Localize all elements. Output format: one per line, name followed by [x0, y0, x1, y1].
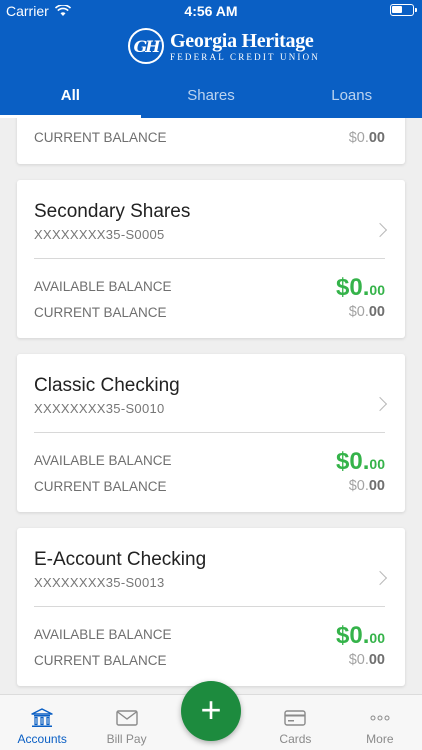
- available-cents: 00: [369, 282, 385, 298]
- tabbar-label: More: [366, 732, 394, 746]
- account-name: Classic Checking: [34, 375, 180, 396]
- current-cents: 00: [368, 130, 385, 146]
- current-cents: 00: [368, 304, 385, 320]
- available-balance-value: $0.00: [336, 274, 385, 302]
- add-button[interactable]: +: [181, 681, 241, 741]
- tabbar-bill-pay[interactable]: Bill Pay: [84, 695, 168, 750]
- tab-loans[interactable]: Loans: [281, 78, 422, 118]
- available-balance-label: AVAILABLE BALANCE: [34, 453, 172, 468]
- current-dollars: $0.: [348, 478, 369, 494]
- tabbar-label: Accounts: [17, 732, 67, 746]
- tab-all[interactable]: All: [0, 78, 141, 118]
- available-balance-value: $0.00: [336, 622, 385, 650]
- divider: [34, 432, 385, 433]
- available-dollars: $0.: [336, 622, 370, 649]
- logo-text: Georgia Heritage FEDERAL CREDIT UNION: [170, 31, 320, 62]
- app-header: Carrier 4:56 AM GH Georgia Heritage FEDE…: [0, 0, 422, 118]
- current-balance-label: CURRENT BALANCE: [34, 479, 167, 494]
- account-card[interactable]: CURRENT BALANCE $0.00: [17, 118, 405, 164]
- current-dollars: $0.: [348, 652, 369, 668]
- tab-shares[interactable]: Shares: [141, 78, 282, 118]
- tabbar-accounts[interactable]: Accounts: [0, 695, 84, 750]
- divider: [34, 606, 385, 607]
- logo-mark-icon: GH: [128, 28, 164, 64]
- tabbar-more[interactable]: More: [338, 695, 422, 750]
- tabbar-label: Bill Pay: [106, 732, 147, 746]
- available-cents: 00: [369, 456, 385, 472]
- account-number: XXXXXXXX35-S0005: [34, 227, 165, 242]
- brand-logo: GH Georgia Heritage FEDERAL CREDIT UNION: [128, 28, 320, 64]
- account-card-classic-checking[interactable]: Classic Checking XXXXXXXX35-S0010 AVAILA…: [17, 354, 405, 512]
- current-balance-label: CURRENT BALANCE: [34, 305, 167, 320]
- current-dollars: $0.: [348, 304, 369, 320]
- divider: [34, 258, 385, 259]
- current-balance-label: CURRENT BALANCE: [34, 653, 167, 668]
- bank-icon: [31, 707, 53, 729]
- current-balance-value: $0.00: [349, 478, 385, 494]
- chevron-right-icon[interactable]: [372, 396, 388, 412]
- account-name: E-Account Checking: [34, 549, 207, 570]
- accounts-list[interactable]: CURRENT BALANCE $0.00 Secondary Shares X…: [0, 118, 422, 694]
- status-time: 4:56 AM: [184, 3, 238, 19]
- brand-title: Georgia Heritage: [170, 29, 314, 52]
- current-balance-value: $0.00: [349, 652, 385, 668]
- account-filter-tabs: All Shares Loans: [0, 78, 422, 118]
- tabbar-cards[interactable]: Cards: [253, 695, 337, 750]
- available-dollars: $0.: [336, 274, 370, 301]
- status-bar: Carrier 4:56 AM: [0, 0, 422, 22]
- available-dollars: $0.: [336, 448, 370, 475]
- account-number: XXXXXXXX35-S0010: [34, 401, 165, 416]
- battery-icon: [390, 4, 417, 16]
- account-name: Secondary Shares: [34, 201, 191, 222]
- envelope-icon: [115, 707, 138, 729]
- card-icon: [284, 707, 307, 729]
- account-card-e-account-checking[interactable]: E-Account Checking XXXXXXXX35-S0013 AVAI…: [17, 528, 405, 686]
- current-cents: 00: [368, 652, 385, 668]
- current-balance-label: CURRENT BALANCE: [34, 130, 167, 145]
- tabbar-label: Cards: [279, 732, 312, 746]
- chevron-right-icon[interactable]: [372, 222, 388, 238]
- current-balance-value: $0.00: [349, 304, 385, 320]
- current-dollars: $0.: [348, 130, 369, 146]
- available-cents: 00: [369, 630, 385, 646]
- account-number: XXXXXXXX35-S0013: [34, 575, 165, 590]
- chevron-right-icon[interactable]: [372, 570, 388, 586]
- available-balance-label: AVAILABLE BALANCE: [34, 627, 172, 642]
- current-cents: 00: [368, 478, 385, 494]
- available-balance-value: $0.00: [336, 448, 385, 476]
- brand-subtitle: FEDERAL CREDIT UNION: [170, 51, 320, 62]
- available-balance-label: AVAILABLE BALANCE: [34, 279, 172, 294]
- current-balance-value: $0.00: [349, 130, 385, 146]
- account-card-secondary-shares[interactable]: Secondary Shares XXXXXXXX35-S0005 AVAILA…: [17, 180, 405, 338]
- ellipsis-icon: [369, 707, 391, 729]
